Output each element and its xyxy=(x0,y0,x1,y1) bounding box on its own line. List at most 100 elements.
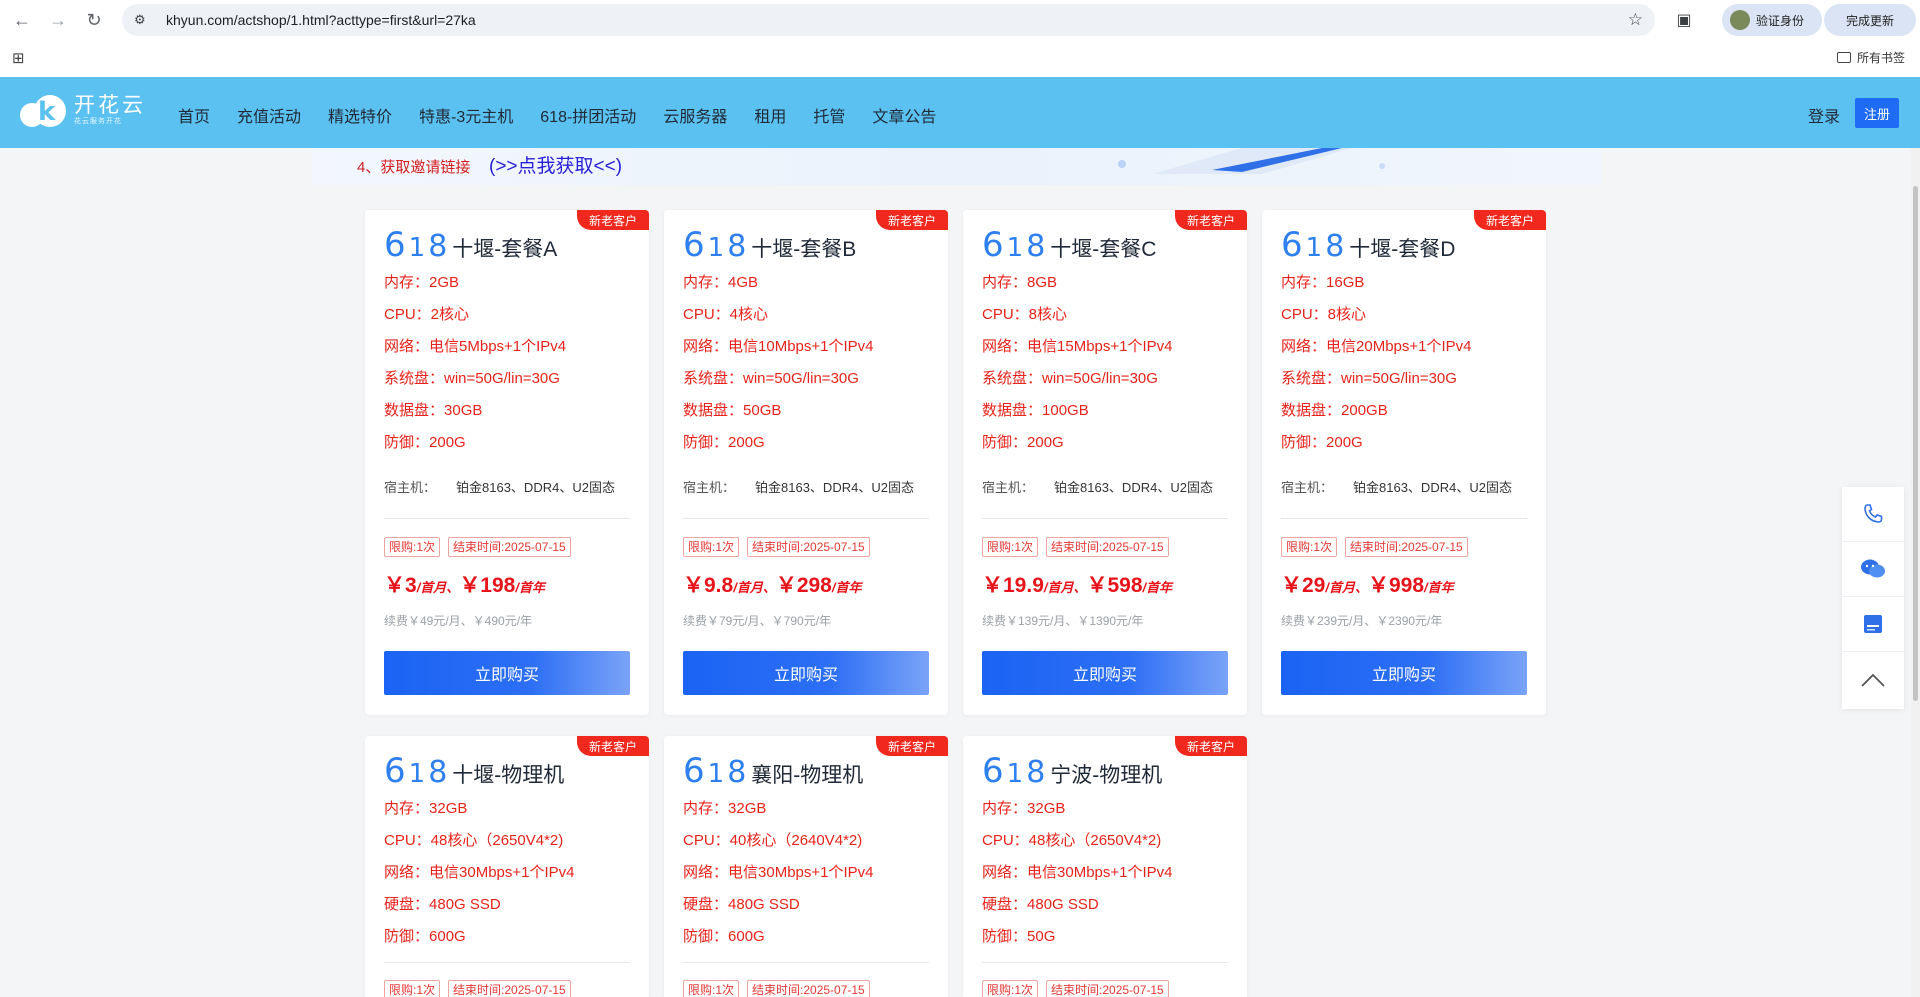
spec-list: 内存：16GB CPU：8核心 网络：电信20Mbps+1个IPv4 系统盘：w… xyxy=(1281,272,1472,464)
spec-row: 防御：50G xyxy=(982,928,1056,945)
divider xyxy=(683,518,929,519)
page-scrollbar[interactable] xyxy=(1911,148,1920,997)
back-to-top-icon xyxy=(1861,673,1885,687)
url-text: khyun.com/actshop/1.html?acttype=first&u… xyxy=(166,12,476,28)
verify-identity-button[interactable]: 验证身份 xyxy=(1722,4,1822,36)
spec-list: 内存：2GB CPU：2核心 网络：电信5Mbps+1个IPv4 系统盘：win… xyxy=(384,272,566,464)
spec-row: 网络：电信30Mbps+1个IPv4 xyxy=(384,864,575,881)
host-info: 宿主机： 铂金8163、DDR4、U2固态 xyxy=(683,480,914,495)
site-header: k 开花云 花云服务开花 首页 充值活动 精选特价 特惠-3元主机 618-拼团… xyxy=(0,77,1920,148)
promo-digit: 6 xyxy=(982,751,1007,791)
buy-now-button[interactable]: 立即购买 xyxy=(982,651,1228,695)
promo-digit: 8 xyxy=(1026,229,1049,264)
buy-now-button[interactable]: 立即购买 xyxy=(1281,651,1527,695)
end-time-tag: 结束时间:2025-07-15 xyxy=(1345,537,1468,557)
spec-row: CPU：8核心 xyxy=(1281,306,1367,323)
spec-row: 系统盘：win=50G/lin=30G xyxy=(384,370,560,387)
card-title: 618 十堰-套餐D xyxy=(1281,224,1455,265)
card-title: 618 襄阳-物理机 xyxy=(683,750,863,791)
card-title: 618 十堰-套餐C xyxy=(982,224,1156,265)
product-card-b: 新老客户 618 十堰-套餐B 内存：4GB CPU：4核心 网络：电信10Mb… xyxy=(664,210,948,715)
address-bar[interactable]: ⚙ khyun.com/actshop/1.html?acttype=first… xyxy=(122,4,1655,36)
spec-row: 防御：600G xyxy=(384,928,466,945)
nav-item-cloud-server[interactable]: 云服务器 xyxy=(663,103,727,127)
forward-icon[interactable]: → xyxy=(44,6,72,34)
chat-icon xyxy=(1861,559,1885,578)
spec-row: 系统盘：win=50G/lin=30G xyxy=(1281,370,1457,387)
new-old-customer-badge: 新老客户 xyxy=(1175,736,1247,756)
extensions-icon[interactable]: ▣ xyxy=(1672,8,1696,32)
promo-digit: 1 xyxy=(707,233,728,263)
promo-digit: 1 xyxy=(1006,233,1027,263)
spec-list: 内存：32GB CPU：48核心（2650V4*2) 网络：电信30Mbps+1… xyxy=(384,798,575,958)
end-time-tag: 结束时间:2025-07-15 xyxy=(747,980,870,997)
new-old-customer-badge: 新老客户 xyxy=(876,736,948,756)
divider xyxy=(982,518,1228,519)
phone-icon xyxy=(1864,504,1883,523)
phone-button[interactable] xyxy=(1842,487,1904,542)
nav-item-specials[interactable]: 精选特价 xyxy=(328,103,392,127)
promo-number: 618 xyxy=(384,224,450,265)
limit-tag: 限购:1次 xyxy=(683,537,740,557)
nav-item-rental[interactable]: 租用 xyxy=(754,103,786,127)
limit-tag: 限购:1次 xyxy=(384,537,441,557)
spec-row: 防御：200G xyxy=(683,434,765,451)
site-info-icon[interactable]: ⚙ xyxy=(134,12,154,28)
apps-grid-icon[interactable]: ⊞ xyxy=(12,51,28,67)
nav-item-618-group[interactable]: 618-拼团活动 xyxy=(540,103,636,127)
bookmark-star-icon[interactable]: ☆ xyxy=(1628,10,1643,30)
tag-row: 限购:1次 结束时间:2025-07-15 xyxy=(384,537,579,557)
promo-digit: 8 xyxy=(727,229,750,264)
invite-link[interactable]: (>>点我获取<<) xyxy=(489,151,622,178)
promo-digit: 1 xyxy=(408,233,429,263)
spec-list: 内存：32GB CPU：48核心（2650V4*2) 网络：电信30Mbps+1… xyxy=(982,798,1173,958)
back-icon[interactable]: ← xyxy=(8,6,36,34)
nav-item-hosting[interactable]: 托管 xyxy=(813,103,845,127)
wechat-button[interactable] xyxy=(1842,542,1904,597)
all-bookmarks-button[interactable]: 所有书签 xyxy=(1836,49,1905,66)
promo-digit: 1 xyxy=(707,759,728,789)
document-button[interactable] xyxy=(1842,597,1904,652)
reload-icon[interactable]: ↻ xyxy=(80,6,108,34)
host-info: 宿主机： 铂金8163、DDR4、U2固态 xyxy=(982,480,1213,495)
divider xyxy=(982,962,1228,963)
promo-number: 618 xyxy=(683,224,749,265)
back-to-top-button[interactable] xyxy=(1842,652,1904,707)
update-button[interactable]: 完成更新 xyxy=(1824,4,1916,36)
spec-row: 系统盘：win=50G/lin=30G xyxy=(982,370,1158,387)
promo-digit: 8 xyxy=(727,755,750,790)
card-title: 618 十堰-套餐B xyxy=(683,224,856,265)
spec-row: 硬盘：480G SSD xyxy=(982,896,1099,913)
spec-row: 网络：电信30Mbps+1个IPv4 xyxy=(683,864,874,881)
nav-item-3yuan-host[interactable]: 特惠-3元主机 xyxy=(419,103,513,127)
spec-row: CPU：48核心（2650V4*2) xyxy=(982,832,1162,849)
spec-list: 内存：32GB CPU：40核心（2640V4*2) 网络：电信30Mbps+1… xyxy=(683,798,874,958)
nav-item-home[interactable]: 首页 xyxy=(178,103,210,127)
spec-list: 内存：4GB CPU：4核心 网络：电信10Mbps+1个IPv4 系统盘：wi… xyxy=(683,272,874,464)
spec-row: 网络：电信15Mbps+1个IPv4 xyxy=(982,338,1173,355)
divider xyxy=(384,962,630,963)
host-info: 宿主机： 铂金8163、DDR4、U2固态 xyxy=(384,480,615,495)
spec-row: 内存：32GB xyxy=(982,800,1066,817)
nav-item-recharge[interactable]: 充值活动 xyxy=(237,103,301,127)
card-title: 618 宁波-物理机 xyxy=(982,750,1162,791)
nav-item-articles[interactable]: 文章公告 xyxy=(872,103,936,127)
scrollbar-thumb[interactable] xyxy=(1913,186,1918,701)
limit-tag: 限购:1次 xyxy=(982,537,1039,557)
buy-now-button[interactable]: 立即购买 xyxy=(683,651,929,695)
plan-name: 十堰-套餐D xyxy=(1349,238,1456,261)
new-old-customer-badge: 新老客户 xyxy=(1175,210,1247,230)
promo-number: 618 xyxy=(982,224,1048,265)
promo-digit: 6 xyxy=(384,225,409,265)
buy-now-button[interactable]: 立即购买 xyxy=(384,651,630,695)
spec-row: 网络：电信10Mbps+1个IPv4 xyxy=(683,338,874,355)
promo-number: 618 xyxy=(1281,224,1347,265)
site-logo[interactable]: k 开花云 花云服务开花 xyxy=(20,93,146,127)
login-link[interactable]: 登录 xyxy=(1808,103,1840,127)
register-button[interactable]: 注册 xyxy=(1855,98,1899,128)
plan-name: 十堰-物理机 xyxy=(452,764,565,787)
tag-row: 限购:1次 结束时间:2025-07-15 xyxy=(982,980,1177,997)
limit-tag: 限购:1次 xyxy=(1281,537,1338,557)
floating-contact-bar xyxy=(1842,487,1904,709)
end-time-tag: 结束时间:2025-07-15 xyxy=(448,537,571,557)
